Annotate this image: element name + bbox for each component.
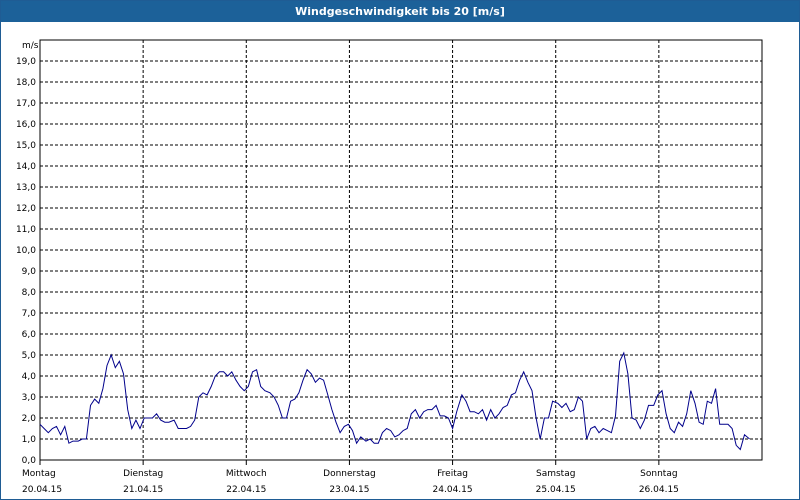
x-tick-date-label: 22.04.15: [226, 485, 266, 495]
x-tick-date-label: 21.04.15: [123, 485, 163, 495]
y-tick-label: 6,0: [22, 330, 37, 340]
wind-speed-series-line: [39, 351, 750, 451]
y-tick-label: 15,0: [16, 141, 36, 151]
y-tick-label: 12,0: [16, 204, 36, 214]
y-tick-label: 18,0: [16, 78, 36, 88]
wind-speed-chart: 0,0 1,0 2,0 3,0 4,0 5,0 6,0 7,0 8,0 9,0 10,0 11,0 12…: [16, 39, 763, 495]
x-tick-day-label: Mittwoch: [226, 469, 267, 479]
y-tick-label: 7,0: [22, 309, 37, 319]
x-tick-date-label: 20.04.15: [22, 485, 62, 495]
x-tick-day-label: Samstag: [536, 469, 575, 479]
y-tick-label: 17,0: [16, 99, 36, 109]
y-tick-label: 9,0: [22, 267, 37, 277]
x-tick-day-label: Donnerstag: [323, 469, 376, 479]
y-axis-unit-label: m/s: [22, 41, 39, 51]
y-tick-label: 16,0: [16, 120, 36, 130]
y-tick-label: 13,0: [16, 183, 36, 193]
x-tick-date-label: 26.04.15: [639, 485, 679, 495]
x-tick-date-label: 23.04.15: [329, 485, 369, 495]
y-tick-label: 8,0: [22, 288, 37, 298]
x-tick-day-label: Dienstag: [123, 469, 163, 479]
y-tick-label: 3,0: [22, 393, 37, 403]
y-tick-label: 11,0: [16, 225, 36, 235]
x-tick-date-label: 24.04.15: [433, 485, 473, 495]
y-tick-label: 5,0: [22, 351, 37, 361]
x-tick-day-label: Sonntag: [640, 469, 677, 479]
y-tick-label: 4,0: [22, 372, 37, 382]
x-tick-date-label: 25.04.15: [536, 485, 576, 495]
y-tick-label: 2,0: [22, 414, 37, 424]
x-tick-day-label: Montag: [22, 469, 56, 479]
x-tick-day-label: Freitag: [437, 469, 468, 479]
y-tick-label: 1,0: [22, 435, 37, 445]
y-tick-label: 0,0: [22, 456, 37, 466]
y-tick-label: 19,0: [16, 57, 36, 67]
y-tick-label: 14,0: [16, 162, 36, 172]
y-tick-label: 10,0: [16, 246, 36, 256]
